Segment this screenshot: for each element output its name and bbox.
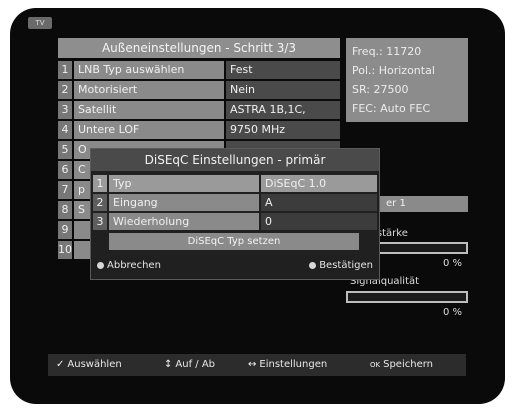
diseqc-dialog: DiSEqC Einstellungen - primär 1 Typ DiSE… (90, 148, 380, 280)
cancel-label: Abbrechen (107, 260, 161, 271)
ok-icon: OK (370, 361, 381, 369)
row-label: Satellit (74, 101, 224, 119)
fec-text: FEC: Auto FEC (352, 102, 431, 115)
check-icon: ✓ (56, 359, 65, 370)
row-number: 1 (93, 175, 107, 192)
setting-row-lower-lof[interactable]: 4 Untere LOF 9750 MHz (58, 121, 340, 139)
row-number: 6 (58, 161, 72, 179)
transponder-info-panel: Freq.: 11720 Pol.: Horizontal SR: 27500 … (346, 38, 468, 122)
row-value: A (261, 194, 377, 211)
row-value: ASTRA 1B,1C, (226, 101, 340, 119)
footer-help-bar: ✓ Auswählen ↕ Auf / Ab ↔ Einstellungen OK Sp… (48, 354, 466, 376)
row-label: Wiederholung (109, 213, 259, 230)
row-label: LNB Typ auswählen (74, 61, 224, 79)
footer-updown[interactable]: ↕ Auf / Ab (164, 354, 215, 376)
dialog-row-input[interactable]: 2 Eingang A (93, 194, 377, 211)
up-down-arrow-icon: ↕ (164, 359, 173, 370)
settings-label: Einstellungen (259, 359, 328, 370)
row-number: 5 (58, 141, 72, 159)
cancel-button[interactable]: Abbrechen (97, 259, 161, 273)
set-diseqc-type-button[interactable]: DiSEqC Typ setzen (109, 233, 359, 250)
row-label: Typ (109, 175, 259, 192)
tv-icon: TV (28, 17, 52, 29)
footer-save[interactable]: OK Speichern (370, 354, 433, 376)
row-number: 2 (58, 81, 72, 99)
row-number: 10 (58, 241, 72, 259)
confirm-button[interactable]: Bestätigen (309, 259, 373, 273)
dialog-row-type[interactable]: 1 Typ DiSEqC 1.0 (93, 175, 377, 192)
signal-quality-bar (346, 291, 468, 303)
confirm-label: Bestätigen (319, 260, 373, 271)
row-label: Untere LOF (74, 121, 224, 139)
row-value: Nein (226, 81, 340, 99)
signal-quality-percent: 0 % (442, 307, 462, 318)
setting-row-satellite[interactable]: 3 Satellit ASTRA 1B,1C, (58, 101, 340, 119)
footer-settings[interactable]: ↔ Einstellungen (248, 354, 327, 376)
select-label: Auswählen (67, 359, 122, 370)
row-value: Fest (226, 61, 340, 79)
row-number: 7 (58, 181, 72, 199)
row-number: 1 (58, 61, 72, 79)
row-number: 9 (58, 221, 72, 239)
red-button-icon (97, 261, 104, 269)
dialog-footer: Abbrechen Bestätigen (97, 259, 373, 273)
frequency-text: Freq.: 11720 (352, 45, 422, 58)
row-label: Eingang (109, 194, 259, 211)
panel-title: Außeneinstellungen - Schritt 3/3 (58, 38, 340, 58)
row-value: 9750 MHz (226, 121, 340, 139)
setting-row-lnb-type[interactable]: 1 LNB Typ auswählen Fest (58, 61, 340, 79)
row-number: 3 (93, 213, 107, 230)
setting-row-motorized[interactable]: 2 Motorisiert Nein (58, 81, 340, 99)
row-number: 8 (58, 201, 72, 219)
row-value: DiSEqC 1.0 (261, 175, 377, 192)
left-right-arrow-icon: ↔ (248, 359, 257, 370)
row-number: 4 (58, 121, 72, 139)
updown-label: Auf / Ab (175, 359, 216, 370)
symbol-rate-text: SR: 27500 (352, 83, 409, 96)
row-label: Motorisiert (74, 81, 224, 99)
footer-select[interactable]: ✓ Auswählen (56, 354, 122, 376)
polarization-text: Pol.: Horizontal (352, 64, 435, 77)
row-number: 2 (93, 194, 107, 211)
dialog-title: DiSEqC Einstellungen - primär (91, 149, 379, 171)
row-number: 3 (58, 101, 72, 119)
save-label: Speichern (383, 359, 433, 370)
ok-button-icon (309, 261, 317, 269)
row-value: 0 (261, 213, 377, 230)
dialog-row-repeat[interactable]: 3 Wiederholung 0 (93, 213, 377, 230)
